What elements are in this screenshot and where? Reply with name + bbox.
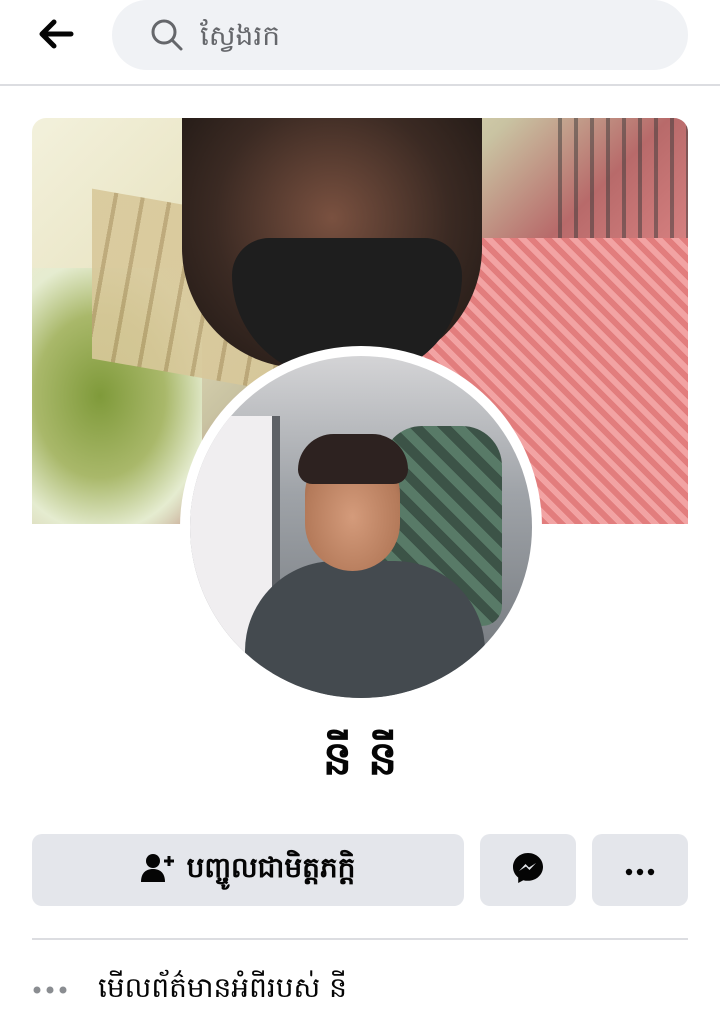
add-friend-label: បញ្ចូលជាមិត្តភក្តិ bbox=[186, 850, 356, 884]
message-button[interactable] bbox=[480, 834, 576, 906]
top-bar bbox=[0, 0, 720, 86]
search-input[interactable] bbox=[198, 17, 638, 53]
profile-name: នី នី bbox=[322, 731, 398, 785]
back-button[interactable] bbox=[30, 14, 82, 58]
avatar bbox=[190, 356, 532, 698]
about-info-link[interactable]: មើលព័ត៌មានអំពីរបស់ នី bbox=[32, 966, 688, 1014]
more-dots-icon bbox=[625, 861, 655, 880]
divider bbox=[32, 938, 688, 940]
search-bar[interactable] bbox=[112, 0, 688, 70]
about-info-label: មើលព័ត៌មានអំពីរបស់ នី bbox=[98, 970, 347, 1004]
add-friend-icon bbox=[140, 852, 175, 888]
add-friend-button[interactable]: បញ្ចូលជាមិត្តភក្តិ bbox=[32, 834, 464, 906]
profile-picture[interactable] bbox=[180, 346, 542, 708]
more-dots-icon bbox=[32, 970, 72, 1010]
messenger-icon bbox=[511, 851, 545, 889]
search-icon bbox=[150, 18, 184, 52]
back-arrow-icon bbox=[38, 19, 74, 53]
more-options-button[interactable] bbox=[592, 834, 688, 906]
